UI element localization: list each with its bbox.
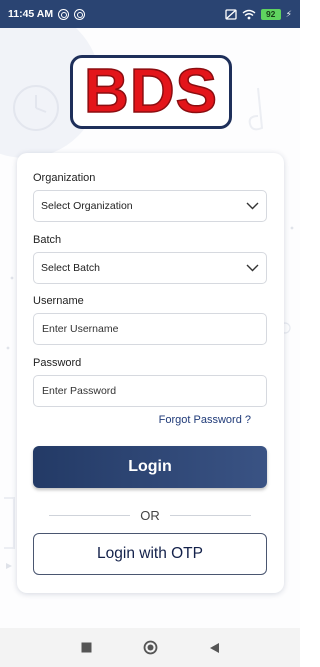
navigation-bar	[0, 628, 300, 667]
status-right: 92 ⚡	[225, 8, 292, 20]
batch-select[interactable]: Select Batch	[33, 252, 267, 284]
password-input[interactable]: Enter Password	[33, 375, 267, 407]
chevron-down-icon	[245, 199, 259, 213]
circle-icon	[143, 640, 157, 655]
logo-text: BDS	[83, 57, 218, 126]
forgot-password-link[interactable]: Forgot Password ?	[159, 414, 251, 426]
chevron-down-icon	[245, 261, 259, 275]
divider-line	[49, 514, 131, 516]
back-button[interactable]	[206, 640, 222, 656]
app-logo: BDS	[70, 55, 232, 129]
home-button[interactable]	[142, 640, 158, 656]
notification-icon	[74, 8, 86, 20]
login-card: Organization Select Organization Batch S…	[17, 153, 284, 593]
login-button[interactable]: Login	[33, 446, 267, 488]
status-time: 11:45 AM	[8, 8, 54, 20]
batch-label: Batch	[33, 234, 62, 246]
wifi-icon	[242, 9, 256, 19]
back-triangle-icon	[209, 642, 219, 653]
charging-icon: ⚡	[285, 8, 292, 19]
divider-line	[169, 514, 251, 516]
square-icon	[81, 642, 91, 653]
username-label: Username	[33, 295, 84, 307]
batch-select-value: Select Batch	[41, 262, 100, 274]
battery-icon: 92	[260, 8, 281, 20]
status-left: 11:45 AM	[8, 8, 86, 20]
or-divider: OR	[49, 507, 251, 523]
or-text: OR	[140, 507, 160, 523]
organization-label: Organization	[33, 172, 96, 184]
organization-select[interactable]: Select Organization	[33, 190, 267, 222]
status-bar: 11:45 AM 92 ⚡	[0, 0, 300, 28]
login-screen: 11:45 AM 92 ⚡ BDS Organization Select Or…	[0, 0, 300, 667]
notification-icon	[58, 8, 70, 20]
sim-off-icon	[225, 8, 237, 20]
username-input[interactable]: Enter Username	[33, 313, 267, 345]
password-label: Password	[33, 357, 82, 369]
password-placeholder: Enter Password	[42, 385, 117, 397]
username-placeholder: Enter Username	[42, 323, 119, 335]
login-with-otp-button[interactable]: Login with OTP	[33, 533, 267, 575]
organization-select-value: Select Organization	[41, 200, 133, 212]
recent-apps-button[interactable]	[78, 640, 94, 656]
